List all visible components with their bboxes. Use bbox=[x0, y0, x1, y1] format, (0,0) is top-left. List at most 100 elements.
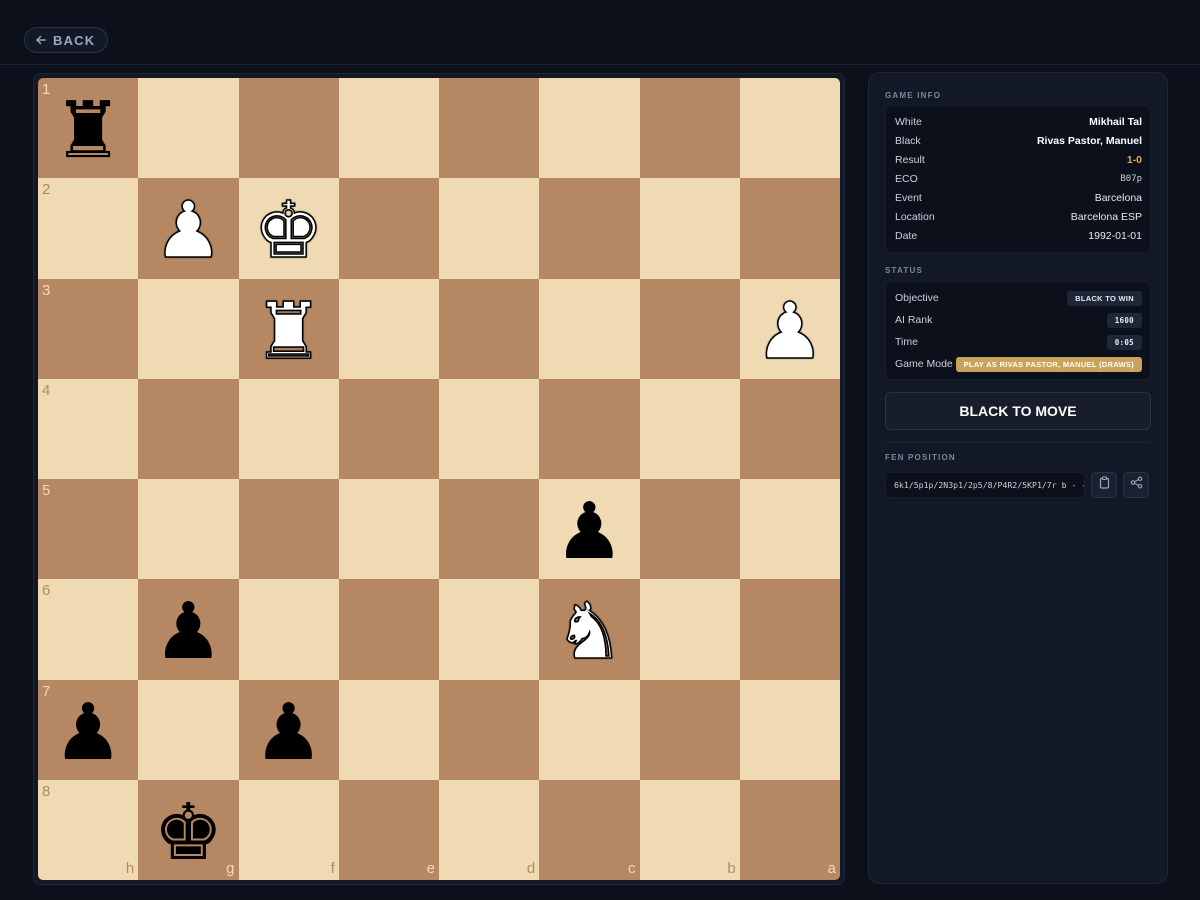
square-g6[interactable]: ♟ bbox=[138, 579, 239, 680]
square-a5[interactable] bbox=[739, 479, 840, 580]
square-f2[interactable]: ♚ bbox=[238, 178, 339, 279]
game-info-card: White Mikhail Tal Black Rivas Pastor, Ma… bbox=[885, 105, 1151, 253]
info-row-result: Result 1-0 bbox=[895, 152, 1142, 168]
square-f7[interactable]: ♟ bbox=[238, 679, 339, 780]
square-e5[interactable] bbox=[338, 479, 439, 580]
square-h6[interactable]: 6 bbox=[38, 579, 139, 680]
square-h3[interactable]: 3 bbox=[38, 278, 139, 379]
file-label: h bbox=[125, 860, 135, 877]
square-f1[interactable] bbox=[238, 78, 339, 179]
square-b6[interactable] bbox=[639, 579, 740, 680]
square-g8[interactable]: g ♚ bbox=[138, 779, 239, 880]
white-knight-piece[interactable]: ♞ bbox=[554, 593, 625, 673]
square-a1[interactable] bbox=[739, 78, 840, 179]
square-c5[interactable]: ♟ bbox=[539, 479, 640, 580]
black-pawn-piece[interactable]: ♟ bbox=[254, 694, 324, 772]
square-g4[interactable] bbox=[138, 378, 239, 479]
black-pawn-piece[interactable]: ♟ bbox=[53, 694, 123, 772]
square-f3[interactable]: ♜ bbox=[238, 278, 339, 379]
status-title: STATUS bbox=[885, 266, 924, 275]
square-g7[interactable] bbox=[138, 679, 239, 780]
rank-label: 3 bbox=[42, 281, 51, 299]
side-panel: GAME INFO White Mikhail Tal Black Rivas … bbox=[868, 72, 1168, 884]
square-e1[interactable] bbox=[338, 78, 439, 179]
square-b5[interactable] bbox=[639, 479, 740, 580]
square-h1[interactable]: 1 ♜ bbox=[38, 78, 139, 179]
copy-fen-button[interactable] bbox=[1091, 472, 1117, 498]
square-h4[interactable]: 4 bbox=[38, 378, 139, 479]
info-row-location: Location Barcelona ESP bbox=[895, 209, 1142, 225]
square-f8[interactable]: f bbox=[238, 779, 339, 880]
square-d4[interactable] bbox=[439, 378, 540, 479]
square-h7[interactable]: 7 ♟ bbox=[38, 679, 139, 780]
share-icon bbox=[1130, 476, 1143, 494]
rank-label: 7 bbox=[42, 682, 51, 700]
square-c3[interactable] bbox=[539, 278, 640, 379]
square-d6[interactable] bbox=[439, 579, 540, 680]
info-value: B07p bbox=[1120, 174, 1142, 184]
square-a8[interactable]: a bbox=[739, 779, 840, 880]
square-d2[interactable] bbox=[439, 178, 540, 279]
square-a4[interactable] bbox=[739, 378, 840, 479]
square-h8[interactable]: 8h bbox=[38, 779, 139, 880]
square-b3[interactable] bbox=[639, 278, 740, 379]
square-d8[interactable]: d bbox=[439, 779, 540, 880]
status-card: Objective BLACK TO WIN AI Rank 1600 Time… bbox=[885, 281, 1151, 380]
square-e6[interactable] bbox=[338, 579, 439, 680]
square-a7[interactable] bbox=[739, 679, 840, 780]
rank-label: 1 bbox=[42, 81, 51, 98]
square-g5[interactable] bbox=[138, 479, 239, 580]
square-c1[interactable] bbox=[539, 78, 640, 179]
chessboard[interactable]: 1 ♜ 2 ♟ ♚ 3 ♜ ♟ 4 5 ♟ 6 ♟ ♞ 7 ♟ ♟ 8 h g ♚ f e d c b a bbox=[38, 78, 840, 880]
square-b7[interactable] bbox=[639, 679, 740, 780]
black-king-piece[interactable]: ♚ bbox=[153, 794, 223, 872]
square-d1[interactable] bbox=[439, 78, 540, 179]
share-fen-button[interactable] bbox=[1123, 472, 1149, 498]
turn-indicator-button[interactable]: BLACK TO MOVE bbox=[885, 392, 1151, 430]
file-label: a bbox=[827, 860, 836, 877]
square-g3[interactable] bbox=[138, 278, 239, 379]
square-e8[interactable]: e bbox=[338, 779, 439, 880]
square-c2[interactable] bbox=[539, 178, 640, 279]
square-a3[interactable]: ♟ bbox=[739, 278, 840, 379]
white-pawn-piece[interactable]: ♟ bbox=[754, 292, 825, 372]
square-h2[interactable]: 2 bbox=[38, 178, 139, 279]
square-c4[interactable] bbox=[539, 378, 640, 479]
square-g2[interactable]: ♟ bbox=[138, 178, 239, 279]
square-a6[interactable] bbox=[739, 579, 840, 680]
square-g1[interactable] bbox=[138, 78, 239, 179]
square-d5[interactable] bbox=[439, 479, 540, 580]
black-pawn-piece[interactable]: ♟ bbox=[554, 493, 624, 571]
square-b1[interactable] bbox=[639, 78, 740, 179]
back-button[interactable]: BACK bbox=[24, 27, 109, 53]
fen-field[interactable]: 6k1/5p1p/2N3p1/2p5/8/P4R2/5KP1/7r b - - … bbox=[885, 472, 1085, 498]
black-pawn-piece[interactable]: ♟ bbox=[153, 593, 223, 671]
white-pawn-piece[interactable]: ♟ bbox=[153, 192, 224, 272]
info-key: Location bbox=[895, 211, 935, 223]
square-e2[interactable] bbox=[338, 178, 439, 279]
white-king-piece[interactable]: ♚ bbox=[253, 192, 324, 272]
square-d7[interactable] bbox=[439, 679, 540, 780]
square-f4[interactable] bbox=[238, 378, 339, 479]
square-e7[interactable] bbox=[338, 679, 439, 780]
square-h5[interactable]: 5 bbox=[38, 479, 139, 580]
square-c8[interactable]: c bbox=[539, 779, 640, 880]
square-d3[interactable] bbox=[439, 278, 540, 379]
square-a2[interactable] bbox=[739, 178, 840, 279]
black-rook-piece[interactable]: ♜ bbox=[53, 92, 123, 170]
square-e4[interactable] bbox=[338, 378, 439, 479]
white-rook-piece[interactable]: ♜ bbox=[253, 292, 324, 372]
square-c6[interactable]: ♞ bbox=[539, 579, 640, 680]
square-c7[interactable] bbox=[539, 679, 640, 780]
square-b2[interactable] bbox=[639, 178, 740, 279]
square-b4[interactable] bbox=[639, 378, 740, 479]
clipboard-icon bbox=[1098, 476, 1111, 494]
status-row-mode: Game Mode PLAY AS RIVAS PASTOR, MANUEL (… bbox=[895, 356, 1142, 372]
info-key: White bbox=[895, 116, 922, 128]
square-f6[interactable] bbox=[238, 579, 339, 680]
square-b8[interactable]: b bbox=[639, 779, 740, 880]
square-f5[interactable] bbox=[238, 479, 339, 580]
info-row-date: Date 1992-01-01 bbox=[895, 228, 1142, 244]
info-row-event: Event Barcelona bbox=[895, 190, 1142, 206]
square-e3[interactable] bbox=[338, 278, 439, 379]
